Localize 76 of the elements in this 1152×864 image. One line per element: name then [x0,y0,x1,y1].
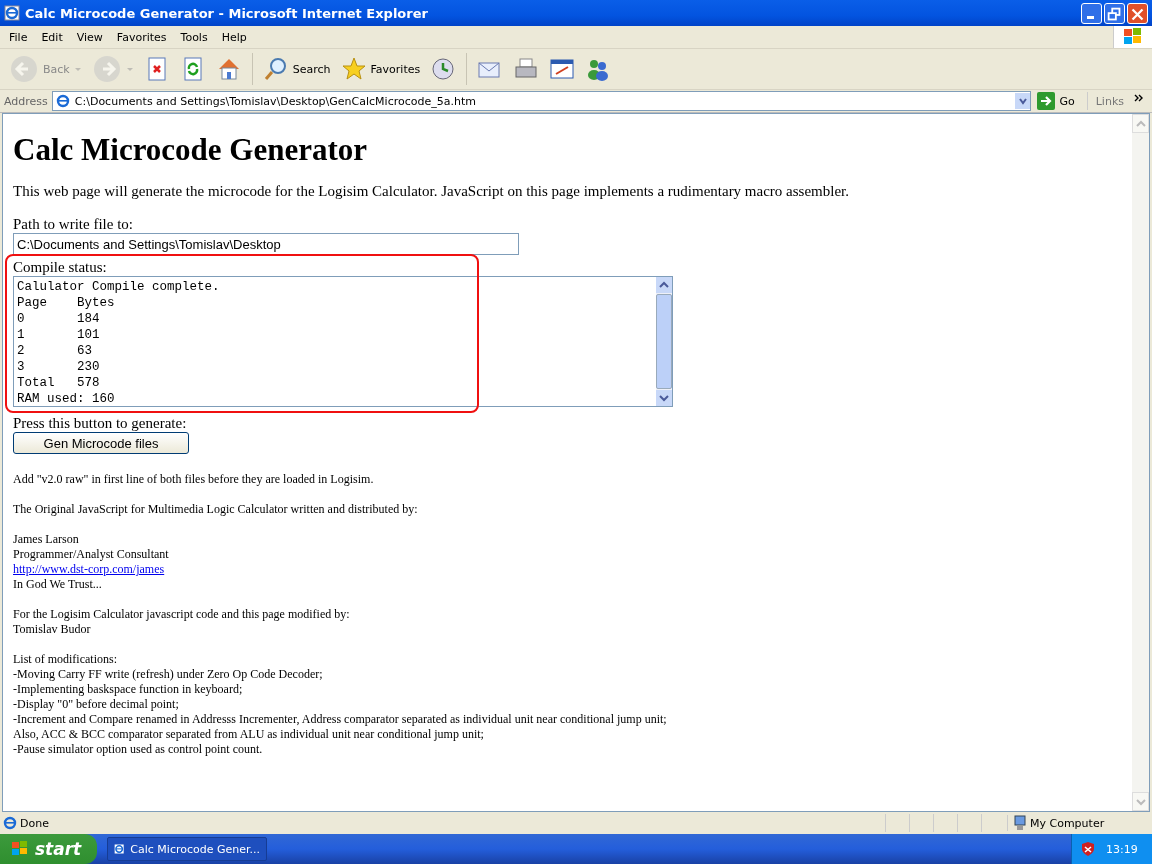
clock-icon [430,56,457,82]
menu-item[interactable]: Edit [34,30,70,44]
shield-icon[interactable] [1080,841,1096,857]
note-line: Programmer/Analyst Consultant [13,547,170,562]
close-button[interactable] [1127,2,1148,24]
note-line: Tomislav Budor [13,622,92,637]
note-line: -Increment and Compare renamed in Addresss Incrementer, Address comparator separated as individual unit near conditional jump unit; [13,712,668,727]
address-label: Address [4,94,48,108]
caret-icon [125,65,134,73]
note-line: Also, ACC & BCC comparator separated from ALU as individual unit near conditional jump unit; [13,727,485,742]
menu-item[interactable]: File [2,30,35,44]
status-text: Done [20,816,50,830]
status-line: 1 101 [17,327,101,343]
browser-logo-icon [4,5,20,21]
search-button[interactable]: Search [259,54,334,84]
dropdown-button[interactable] [1015,93,1031,109]
note-line: In God We Trust... [13,577,103,592]
menu-item[interactable]: View [69,30,110,44]
scroll-up-button[interactable] [656,277,672,293]
scroll-down-button[interactable] [656,390,672,406]
edit-icon [549,56,576,82]
minimize-button[interactable] [1081,2,1102,24]
start-button[interactable]: start [0,834,97,864]
status-label: Compile status: [13,259,107,276]
page-heading: Calc Microcode Generator [13,132,369,168]
window-title: Calc Microcode Generator - Microsoft Internet Explorer [25,5,429,21]
status-line: RAM used: 160 [17,391,116,407]
restore-button[interactable] [1104,2,1125,24]
address-field[interactable]: C:\Documents and Settings\Tomislav\Desktop\GenCalcMicrocode_5a.htm [51,91,1032,111]
button-label: Press this button to generate: [13,415,187,432]
status-line: 2 63 [17,343,93,359]
minimize-icon [1087,15,1094,19]
note-line: -Display "0" before decimal point; [13,697,180,712]
caret-icon [73,65,82,73]
path-label: Path to write file to: [13,216,133,233]
status-textarea[interactable]: Calulator Compile complete. Page Bytes 0 184 1 101 2 63 3 230 Total 578 RAM used: 160 [13,276,673,407]
status-line: Page Bytes [17,295,116,311]
links-button[interactable]: Links [1091,94,1124,108]
menu-item[interactable]: Tools [173,30,215,44]
status-line: 3 230 [17,359,101,375]
taskbar-item[interactable]: Calc Microcode Gener... [107,837,267,861]
star-icon [340,56,367,82]
caret-icon [1135,119,1146,128]
page-icon [2,815,18,831]
browser-logo-icon [114,841,125,857]
page-icon [54,93,71,109]
note-line: The Original JavaScript for Multimedia Logic Calculator written and distributed by: [13,502,419,517]
status-line: Calulator Compile complete. [17,279,221,295]
intro-text: This web page will generate the microcode for the Logisim Calculator. JavaScript on this page implements a rudimentary macro assembler. [13,183,850,200]
caret-icon [1017,96,1028,106]
zone-text: My Computer [1030,816,1106,830]
go-button[interactable]: Go [1035,92,1088,110]
status-line: Total 578 [17,375,101,391]
caret-icon [1135,797,1146,806]
generate-button[interactable]: Gen Microcode files [13,432,189,454]
note-line: Add "v2.0 raw" in first line of both files before they are loaded in Logisim. [13,472,375,487]
computer-icon [1007,815,1028,831]
search-icon [262,56,289,82]
note-line: For the Logisim Calculator javascript code and this page modified by: [13,607,351,622]
arrow-icon [1037,92,1056,110]
scrollbar[interactable] [656,277,672,406]
path-field[interactable]: C:\Documents and Settings\Tomislav\Desktop [13,233,519,255]
chevron-icon [1134,94,1144,102]
menu-item[interactable]: Help [214,30,254,44]
note-line: -Implementing baskspace function in keyboard; [13,682,244,697]
website-link[interactable]: http://www.dst-corp.com/james [13,562,165,576]
note-line: -Pause simulator option used as control point count. [13,742,264,757]
note-line: -Moving Carry FF write (refresh) under Zero Op Code Decoder; [13,667,324,682]
caret-icon [659,394,669,402]
note-line: James Larson [13,532,80,547]
note-line: List of modifications: [13,652,118,667]
status-line: 0 184 [17,311,101,327]
menu-item[interactable]: Favorites [109,30,174,44]
caret-icon [659,281,669,289]
clock: 13:19 [1106,842,1138,856]
favorites-button[interactable]: Favorites [337,54,424,84]
